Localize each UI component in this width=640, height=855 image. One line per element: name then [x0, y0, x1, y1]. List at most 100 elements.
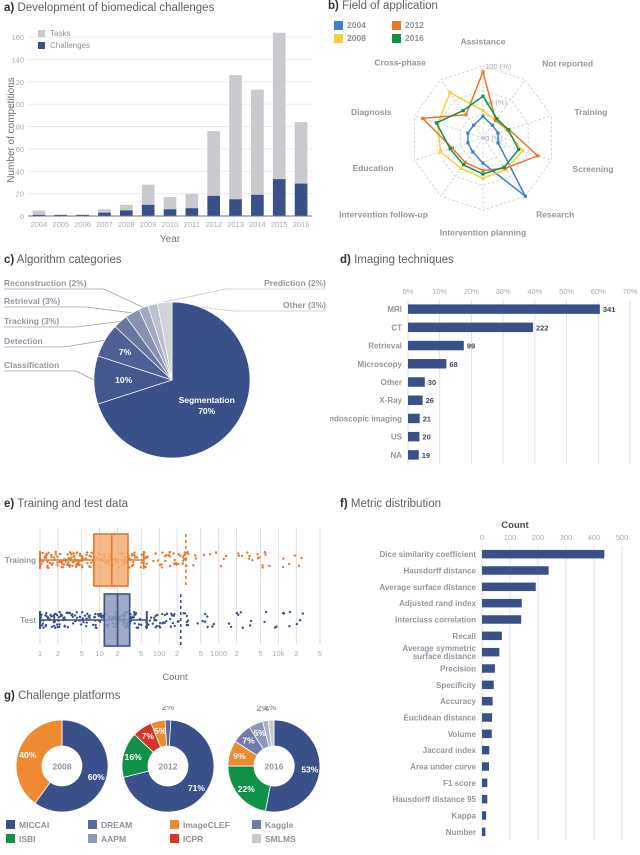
data-point [58, 623, 61, 626]
legend-swatch-SMLMS [252, 834, 261, 843]
data-point [59, 613, 63, 616]
data-point [158, 563, 162, 567]
data-point [44, 624, 47, 628]
data-point [172, 562, 176, 565]
panel-c-title: c) Algorithm categories [4, 254, 122, 266]
x-tick-label: 2 [294, 649, 298, 658]
data-point [275, 625, 278, 628]
radar-point [434, 121, 439, 125]
x-tick-label: 1000 [210, 649, 227, 658]
bar-3 [482, 598, 522, 608]
radar-axis-label: Diagnosis [351, 107, 392, 117]
x-tick-label: 2015 [271, 220, 288, 229]
radar-point [421, 116, 425, 121]
data-point [295, 622, 298, 626]
leader-line [85, 306, 133, 314]
data-point [158, 625, 161, 628]
x-tick-label: 2007 [96, 220, 113, 229]
data-point [165, 553, 168, 557]
data-point [241, 626, 244, 629]
bar-challenges [141, 204, 155, 216]
bar-X-Ray [408, 395, 423, 405]
data-point [145, 562, 148, 565]
bar-challenges [251, 194, 264, 216]
panel-a-gridlines [28, 36, 312, 195]
data-point [282, 557, 285, 560]
data-point [301, 612, 304, 615]
data-point [281, 565, 285, 569]
data-point [70, 552, 73, 555]
radar-point [490, 123, 494, 127]
bar-MRI [408, 304, 600, 314]
data-point [43, 556, 47, 559]
bar-8 [482, 680, 494, 690]
data-point [58, 552, 62, 556]
bar-tasks [32, 210, 46, 215]
data-point [41, 622, 44, 625]
data-point [201, 619, 204, 623]
data-point [139, 566, 143, 569]
donut-center-label-2016: 2016 [265, 762, 284, 772]
data-point [288, 625, 291, 628]
data-point [219, 564, 223, 568]
data-point [93, 616, 96, 619]
data-point [164, 559, 167, 563]
data-point [288, 610, 292, 614]
data-point [227, 622, 231, 625]
bar-0 [482, 549, 605, 559]
bar-9 [482, 696, 493, 706]
panel-a-bars [32, 32, 308, 216]
category-label-7: Precision [440, 665, 476, 674]
panel-a-y-axis-label: Number of competitions [6, 77, 17, 183]
panel-d-category-labels: MRI CT Retrieval Microscopy Other X-Ray Endosc… [330, 305, 403, 460]
x-tick-label: 100 [153, 649, 166, 658]
data-point [137, 623, 141, 626]
category-label-11: Volume [448, 730, 477, 739]
data-point [72, 552, 75, 555]
x-tick-label: 30% [496, 287, 511, 296]
x-tick-label: 5 [318, 649, 322, 658]
bar-10 [482, 713, 493, 722]
data-point [206, 615, 209, 618]
panel-e-title: e) Training and test data [4, 498, 129, 510]
data-point [196, 622, 199, 625]
pie-leader-label-left-0: Reconstruction (2%) [4, 278, 87, 288]
radar-point [521, 149, 525, 153]
bar-Retrieval [408, 340, 464, 351]
legend-label: 2008 [347, 33, 366, 43]
panel-f-title: f) Metric distribution [340, 498, 441, 510]
x-tick-label: 20% [464, 287, 479, 296]
data-point [247, 557, 251, 560]
panel-b-axis-labels: Assistance Not reported Training Screening R… [339, 36, 613, 237]
data-point [99, 620, 102, 623]
bar-11 [482, 729, 492, 739]
data-point [249, 619, 253, 623]
y-tick-label: 20 [16, 190, 24, 199]
category-label-Other: Other [381, 378, 402, 387]
x-tick-label: 2014 [249, 220, 266, 229]
data-point [131, 564, 134, 567]
panel-e-x-axis-label: Count [162, 672, 188, 683]
radar-point [481, 176, 485, 180]
data-point [155, 624, 158, 628]
data-point [52, 614, 55, 617]
panel-a-title: a) Development of biomedical challenges [4, 2, 215, 14]
data-point [150, 616, 153, 619]
data-point [185, 614, 189, 618]
legend-swatch-ImageCLEF [170, 820, 179, 829]
panel-g-legend: MICCAI ISBI DREAM AAPM ImageCLEF ICPR Kaggle SM… [6, 820, 296, 844]
data-point [237, 552, 240, 555]
data-point [298, 619, 302, 622]
panel-d-chart: 0% 10% 20% 30% 40% 50% 60% 70% MRI CT Retrieval Mi… [330, 287, 638, 464]
radar-point [459, 166, 463, 170]
pie-leader-label-left-2: Tracking (3%) [4, 316, 59, 326]
donut-pct-ImageCLEF: 9% [233, 751, 246, 761]
value-label-NA: 19 [422, 451, 430, 460]
legend-label-ImageCLEF: ImageCLEF [183, 820, 230, 830]
legend-swatch-DREAM [88, 820, 97, 829]
bar-challenges [185, 208, 199, 216]
data-point [66, 626, 70, 629]
data-point [135, 556, 139, 559]
data-point [47, 551, 50, 554]
data-point [94, 612, 97, 616]
